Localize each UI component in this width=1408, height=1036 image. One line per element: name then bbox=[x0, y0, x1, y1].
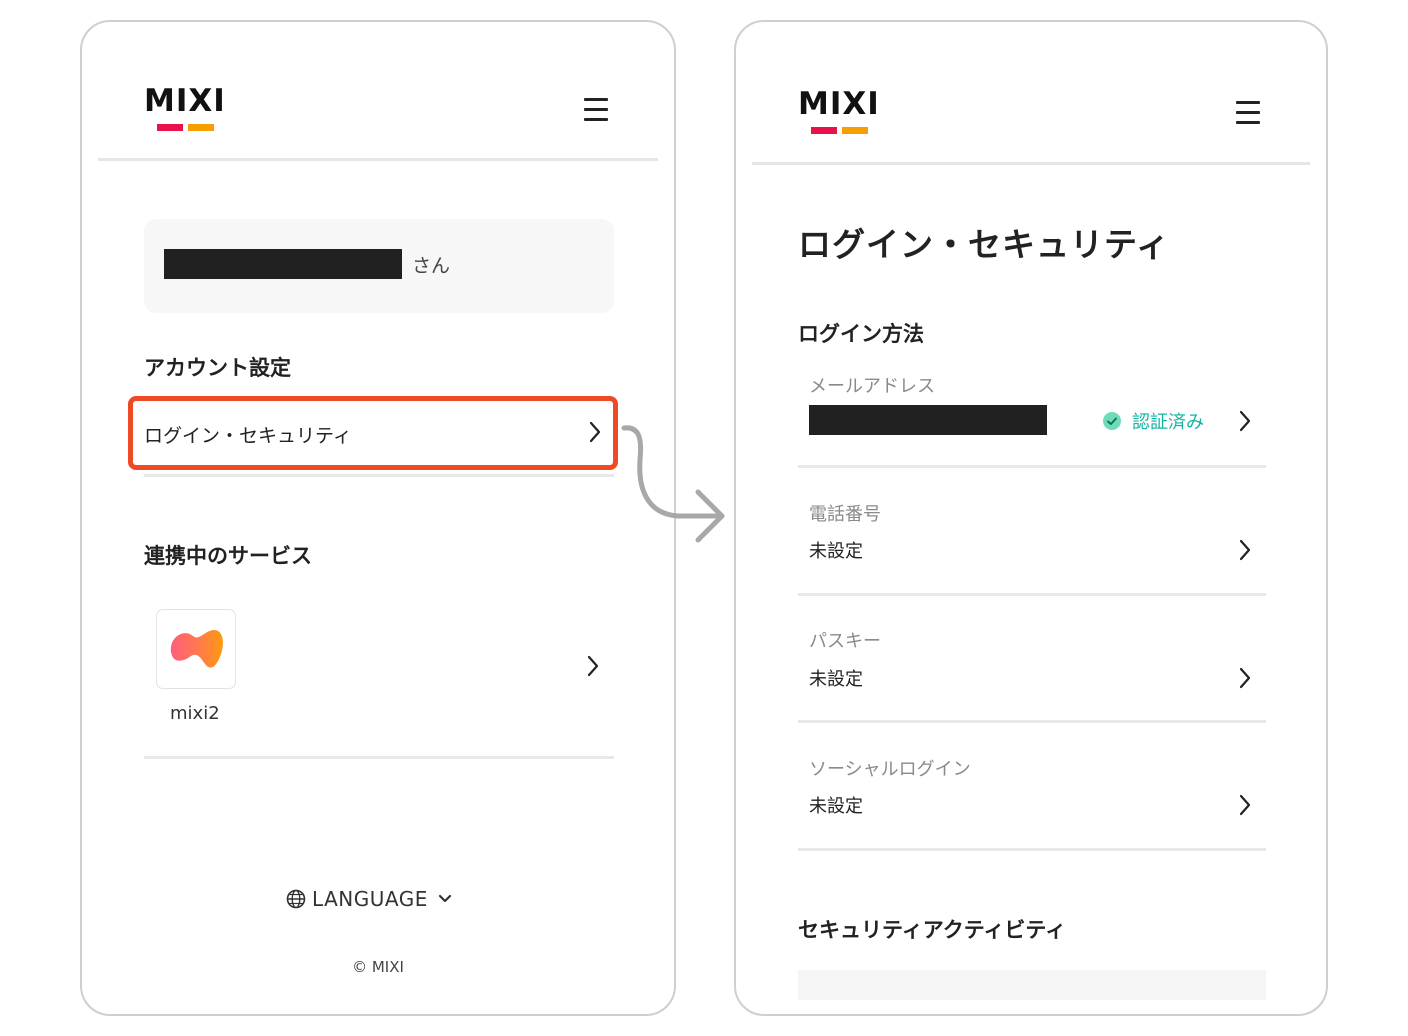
verified-status: 認証済み bbox=[1102, 408, 1204, 434]
copyright: © MIXI bbox=[352, 958, 404, 976]
chevron-right-icon[interactable] bbox=[1238, 539, 1252, 561]
login-methods-title: ログイン方法 bbox=[798, 322, 924, 346]
chevron-right-icon[interactable] bbox=[1238, 794, 1252, 816]
logo-red-bar bbox=[811, 127, 837, 134]
security-activity-panel bbox=[798, 970, 1266, 1000]
linked-services-divider bbox=[144, 756, 614, 759]
verified-label: 認証済み bbox=[1132, 412, 1204, 433]
row-divider bbox=[798, 593, 1266, 596]
mixi-logo[interactable]: MIXI bbox=[144, 83, 226, 131]
redacted-username bbox=[164, 249, 402, 279]
row-divider bbox=[798, 848, 1266, 851]
security-activity-title: セキュリティアクティビティ bbox=[798, 918, 1067, 942]
page-title: ログイン・セキュリティ bbox=[798, 225, 1171, 264]
logo-orange-bar bbox=[188, 124, 214, 131]
logo-orange-bar bbox=[842, 127, 868, 134]
passkey-label: パスキー bbox=[809, 631, 881, 652]
check-circle-icon bbox=[1103, 412, 1121, 430]
account-settings-divider bbox=[144, 474, 614, 477]
login-security-label: ログイン・セキュリティ bbox=[144, 425, 352, 447]
chevron-right-icon bbox=[589, 421, 601, 443]
chevron-right-icon[interactable] bbox=[1238, 410, 1252, 432]
phone-number-label: 電話番号 bbox=[809, 504, 881, 525]
user-card: さん bbox=[144, 219, 614, 313]
login-security-link[interactable]: ログイン・セキュリティ bbox=[128, 396, 618, 470]
phone-frame-login-security: MIXI ログイン・セキュリティ ログイン方法 メールアドレス 認証済み 電話番… bbox=[734, 20, 1328, 1016]
curved-arrow-icon bbox=[621, 425, 725, 543]
logo-red-bar bbox=[157, 124, 183, 131]
account-settings-title: アカウント設定 bbox=[144, 356, 291, 380]
row-divider bbox=[798, 465, 1266, 468]
social-login-value: 未設定 bbox=[809, 796, 863, 817]
linked-services-title: 連携中のサービス bbox=[144, 544, 312, 568]
header-divider bbox=[98, 158, 658, 161]
chevron-right-icon[interactable] bbox=[586, 655, 600, 677]
mixi2-label: mixi2 bbox=[170, 703, 220, 724]
globe-icon bbox=[286, 889, 306, 909]
social-login-label: ソーシャルログイン bbox=[809, 759, 971, 780]
mixi-logo[interactable]: MIXI bbox=[798, 86, 880, 134]
user-honorific: さん bbox=[412, 255, 451, 277]
phone-number-value: 未設定 bbox=[809, 541, 863, 562]
mixi-logo-text: MIXI bbox=[144, 83, 226, 119]
language-label: LANGUAGE bbox=[312, 887, 428, 911]
row-divider bbox=[798, 720, 1266, 723]
language-selector[interactable]: LANGUAGE bbox=[286, 884, 452, 914]
header-divider bbox=[752, 162, 1310, 165]
mixi2-app-icon bbox=[170, 629, 223, 668]
hamburger-menu-icon[interactable] bbox=[584, 98, 608, 122]
phone-frame-account: MIXI さん アカウント設定 ログイン・セキュリティ 連携中のサービス mix… bbox=[80, 20, 676, 1016]
passkey-value: 未設定 bbox=[809, 669, 863, 690]
mixi-logo-text: MIXI bbox=[798, 86, 880, 122]
hamburger-menu-icon[interactable] bbox=[1236, 101, 1260, 125]
chevron-right-icon[interactable] bbox=[1238, 667, 1252, 689]
email-label: メールアドレス bbox=[809, 376, 935, 397]
chevron-down-icon bbox=[438, 894, 451, 903]
mixi2-app-tile[interactable] bbox=[156, 609, 236, 689]
redacted-email bbox=[809, 405, 1047, 435]
